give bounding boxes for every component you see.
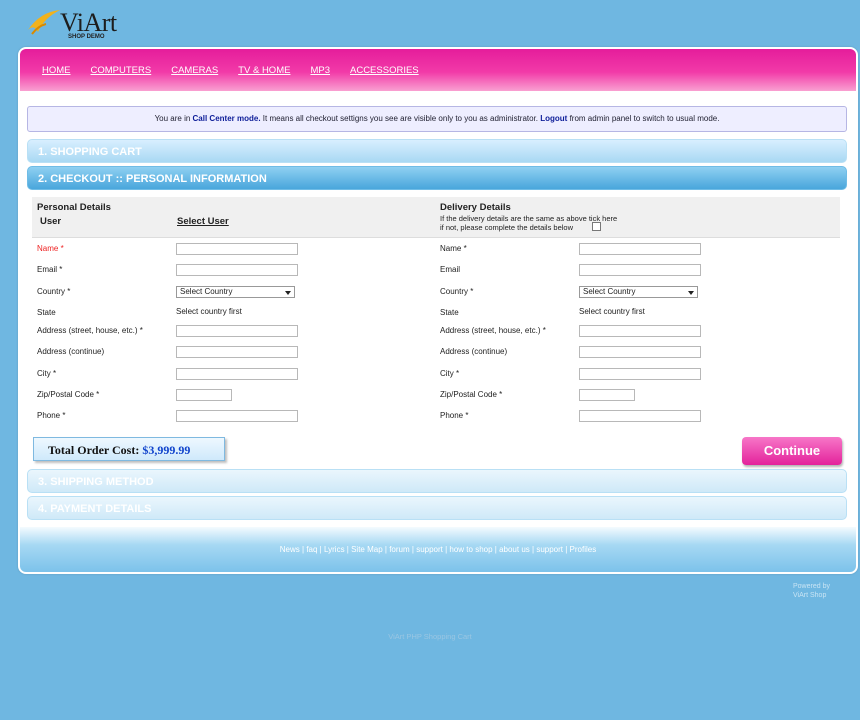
call-center-notice: You are in Call Center mode. It means al…: [27, 106, 847, 132]
step-shipping-method[interactable]: 3. SHIPPING METHOD: [27, 469, 847, 493]
delivery-phone-input[interactable]: [579, 410, 701, 422]
logout-link[interactable]: Logout: [540, 114, 567, 123]
personal-country-label: Country *: [37, 287, 71, 296]
notice-text-post: from admin panel to switch to usual mode…: [567, 114, 720, 123]
main-panel: HOME COMPUTERS CAMERAS TV & HOME MP3 ACC…: [18, 47, 858, 574]
total-order-cost: Total Order Cost: $3,999.99: [33, 437, 225, 461]
select-user-link[interactable]: Select User: [177, 216, 229, 227]
chevron-down-icon: [688, 291, 694, 295]
delivery-country-select-value: Select Country: [583, 287, 636, 296]
delivery-address2-input[interactable]: [579, 346, 701, 358]
footer-link-site-map[interactable]: Site Map: [351, 545, 383, 554]
delivery-city-label: City *: [440, 369, 460, 378]
personal-phone-label: Phone *: [37, 411, 66, 420]
powered-by[interactable]: Powered by ViArt Shop: [793, 582, 830, 600]
total-amount: $3,999.99: [142, 443, 191, 457]
delivery-details-title: Delivery Details: [440, 202, 511, 213]
logo[interactable]: ViArt SHOP DEMO: [26, 8, 136, 44]
nav-computers[interactable]: COMPUTERS: [91, 65, 152, 76]
delivery-zip-label: Zip/Postal Code *: [440, 390, 503, 399]
delivery-state-label: State: [440, 308, 459, 317]
delivery-address2-label: Address (continue): [440, 347, 508, 356]
logo-subtitle: SHOP DEMO: [68, 34, 105, 40]
delivery-zip-input[interactable]: [579, 389, 635, 401]
nav-cameras[interactable]: CAMERAS: [171, 65, 218, 76]
notice-text-mid: It means all checkout settigns you see a…: [260, 114, 541, 123]
logo-swoosh-icon: [28, 10, 60, 35]
footer-link-lyrics[interactable]: Lyrics: [324, 545, 345, 554]
footer: News | faq | Lyrics | Site Map | forum |…: [20, 527, 856, 572]
footer-link-news[interactable]: News: [280, 545, 300, 554]
delivery-state-hint: Select country first: [579, 307, 645, 316]
personal-details-title: Personal Details: [37, 202, 111, 213]
continue-button[interactable]: Continue: [742, 437, 842, 465]
powered-by-line1: Powered by: [793, 583, 830, 590]
delivery-phone-label: Phone *: [440, 411, 469, 420]
checkout-form: Personal Details User Select User Delive…: [32, 197, 840, 422]
delivery-email-input[interactable]: [579, 264, 701, 276]
notice-text-pre: You are in: [154, 114, 193, 123]
chevron-down-icon: [285, 291, 291, 295]
nav-tv-home[interactable]: TV & HOME: [238, 65, 290, 76]
personal-country-select[interactable]: Select Country: [176, 286, 295, 298]
delivery-country-label: Country *: [440, 287, 474, 296]
personal-city-input[interactable]: [176, 368, 298, 380]
powered-by-line2: ViArt Shop: [793, 592, 827, 599]
nav-accessories[interactable]: ACCESSORIES: [350, 65, 419, 76]
personal-state-hint: Select country first: [176, 307, 242, 316]
personal-address-label: Address (street, house, etc.) *: [37, 326, 143, 335]
top-navigation: HOME COMPUTERS CAMERAS TV & HOME MP3 ACC…: [20, 49, 856, 91]
total-label: Total Order Cost:: [48, 443, 143, 457]
nav-mp3[interactable]: MP3: [310, 65, 330, 76]
delivery-email-label: Email: [440, 265, 461, 274]
delivery-address-input[interactable]: [579, 325, 701, 337]
delivery-address-label: Address (street, house, etc.) *: [440, 326, 546, 335]
personal-zip-label: Zip/Postal Code *: [37, 390, 100, 399]
delivery-name-label: Name *: [440, 244, 467, 253]
delivery-name-input[interactable]: [579, 243, 701, 255]
personal-address-input[interactable]: [176, 325, 298, 337]
personal-zip-input[interactable]: [176, 389, 232, 401]
viart-cart-credit[interactable]: ViArt PHP Shopping Cart: [0, 632, 860, 641]
user-label: User: [40, 216, 62, 227]
delivery-hint-line2: if not, please complete the details belo…: [440, 223, 573, 232]
personal-address2-input[interactable]: [176, 346, 298, 358]
footer-link-faq[interactable]: faq: [306, 545, 317, 554]
footer-link-support-2[interactable]: support: [536, 545, 563, 554]
personal-phone-input[interactable]: [176, 410, 298, 422]
personal-country-select-value: Select Country: [180, 287, 233, 296]
step-shopping-cart[interactable]: 1. SHOPPING CART: [27, 139, 847, 163]
footer-link-support[interactable]: support: [416, 545, 443, 554]
personal-name-label: Name *: [37, 244, 64, 253]
personal-state-label: State: [37, 308, 56, 317]
personal-address2-label: Address (continue): [37, 347, 105, 356]
footer-link-profiles[interactable]: Profiles: [570, 545, 597, 554]
footer-link-forum[interactable]: forum: [389, 545, 409, 554]
footer-link-how-to-shop[interactable]: how to shop: [449, 545, 492, 554]
step-payment-details[interactable]: 4. PAYMENT DETAILS: [27, 496, 847, 520]
same-as-above-checkbox[interactable]: [592, 222, 601, 231]
form-header: Personal Details User Select User Delive…: [32, 197, 840, 238]
footer-link-about-us[interactable]: about us: [499, 545, 530, 554]
personal-email-input[interactable]: [176, 264, 298, 276]
delivery-hint-line1: If the delivery details are the same as …: [440, 214, 618, 223]
nav-home[interactable]: HOME: [42, 65, 71, 76]
personal-email-label: Email *: [37, 265, 63, 274]
step-checkout-personal[interactable]: 2. CHECKOUT :: PERSONAL INFORMATION: [27, 166, 847, 190]
personal-city-label: City *: [37, 369, 57, 378]
delivery-city-input[interactable]: [579, 368, 701, 380]
personal-name-input[interactable]: [176, 243, 298, 255]
delivery-country-select[interactable]: Select Country: [579, 286, 698, 298]
notice-mode: Call Center mode.: [192, 114, 261, 123]
